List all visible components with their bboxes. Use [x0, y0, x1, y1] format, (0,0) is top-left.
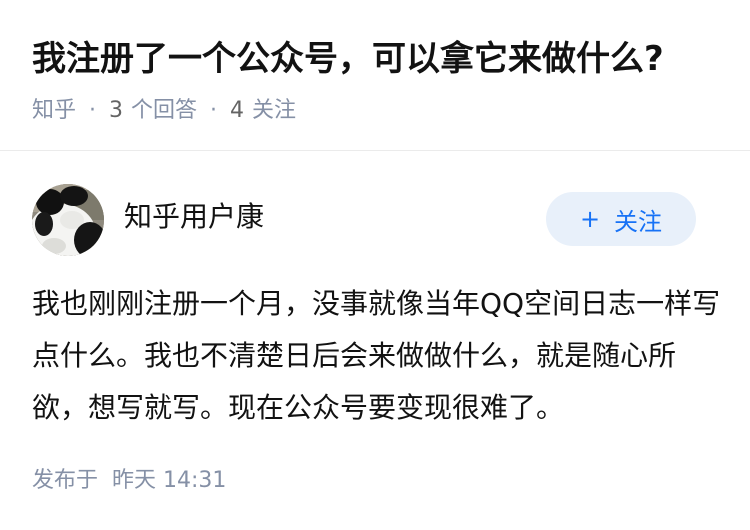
meta-separator: · — [210, 98, 218, 123]
follow-button-label: 关注 — [614, 207, 663, 236]
author-row: 知乎用户康 + 关注 — [32, 182, 726, 258]
answer-count: 3 — [109, 98, 124, 123]
question-header: 我注册了一个公众号，可以拿它来做什么? 知乎 · 3 个回答 · 4 关注 — [32, 36, 726, 126]
answer-time: 发布于 昨天 14:31 — [32, 462, 226, 494]
divider — [0, 150, 750, 151]
follow-button[interactable]: + 关注 — [546, 192, 696, 246]
plus-icon: + — [579, 205, 601, 233]
follow-count-label[interactable]: 关注 — [252, 96, 296, 126]
published-label: 发布于 — [32, 468, 99, 493]
answer-count-label[interactable]: 个回答 — [131, 96, 197, 126]
source-label[interactable]: 知乎 — [32, 96, 76, 126]
avatar[interactable] — [32, 184, 104, 256]
published-time: 昨天 14:31 — [112, 468, 227, 493]
question-title[interactable]: 我注册了一个公众号，可以拿它来做什么? — [32, 36, 726, 82]
question-meta: 知乎 · 3 个回答 · 4 关注 — [32, 96, 726, 126]
follow-count: 4 — [230, 98, 245, 123]
answer-content[interactable]: 我也刚刚注册一个月，没事就像当年QQ空间日志一样写点什么。我也不清楚日后会来做做… — [32, 278, 726, 434]
author-name[interactable]: 知乎用户康 — [124, 195, 264, 235]
meta-separator: · — [89, 98, 97, 123]
panda-avatar-icon — [32, 184, 104, 256]
answer-card: 知乎用户康 + 关注 我也刚刚注册一个月，没事就像当年QQ空间日志一样写点什么。… — [32, 182, 726, 434]
